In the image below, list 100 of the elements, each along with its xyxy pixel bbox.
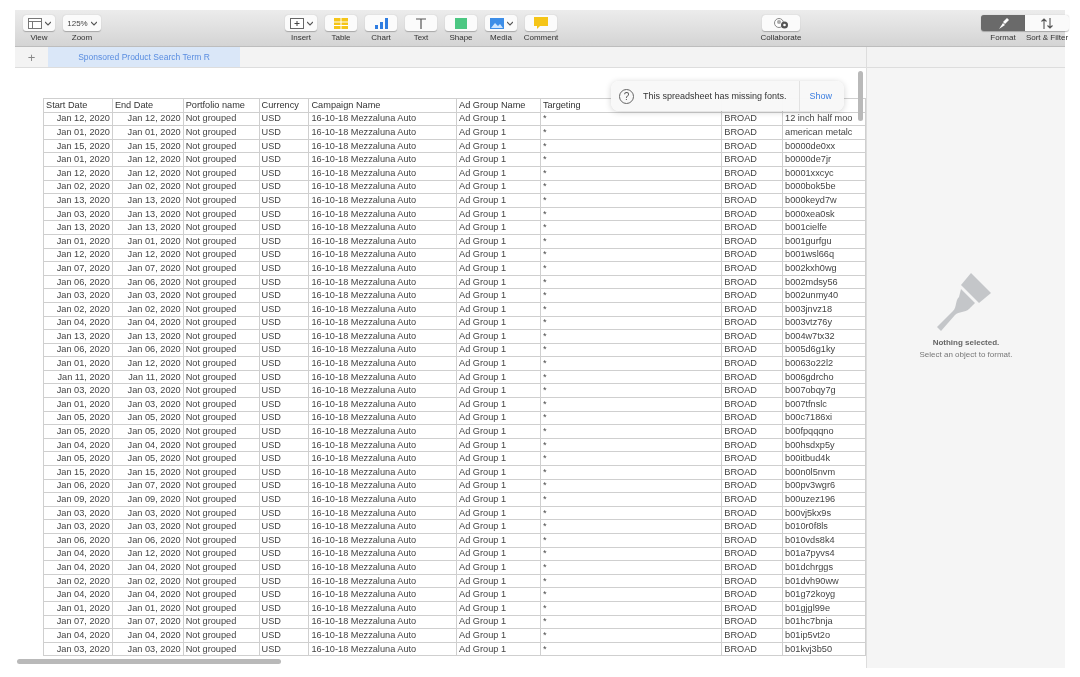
table-cell: b0000de0xx [782,139,866,153]
table-cell: Ad Group 1 [456,220,541,235]
table-cell: Jan 02, 2020 [43,302,113,316]
table-cell: BROAD [721,411,783,425]
table-cell: 16-10-18 Mezzaluna Auto [309,465,457,480]
table-cell: * [540,547,722,561]
table-cell: b0000de7jr [782,152,866,167]
table-cell: USD [259,261,309,276]
toolbar-tab[interactable] [981,15,1025,31]
table-cell: b01hc7bnja [782,615,866,629]
table-cell: b01a7pyvs4 [782,547,866,561]
table-cell: BROAD [721,451,783,466]
table-cell: Jan 09, 2020 [43,492,113,507]
table-cell: Jan 01, 2020 [43,125,113,140]
table-cell: Not grouped [183,343,260,357]
table-cell: Not grouped [183,519,260,534]
table-cell: USD [259,465,309,480]
table-cell: b004w7tx32 [782,329,866,344]
table-cell: Jan 13, 2020 [112,329,184,344]
table-cell: Jan 15, 2020 [43,465,113,480]
toolbar-button[interactable] [762,15,800,31]
table-cell: b000xea0sk [782,207,866,221]
table-cell: Ad Group 1 [456,112,541,126]
table-cell: Ad Group 1 [456,506,541,520]
table-cell: Ad Group 1 [456,329,541,344]
caret-icon [44,20,51,26]
table-cell: Jan 05, 2020 [112,424,184,439]
table-cell: Jan 04, 2020 [43,560,113,575]
table-cell: USD [259,424,309,439]
horizontal-scrollbar[interactable] [17,659,281,664]
toolbar-button[interactable]: 125% [63,15,101,31]
table-cell: * [540,397,722,412]
table-cell: Jan 07, 2020 [112,615,184,629]
toolbar-label: Zoom [71,33,93,42]
table-cell: b005d6g1ky [782,343,866,357]
table-cell: Jan 01, 2020 [43,234,113,249]
show-button[interactable]: Show [799,91,839,101]
table-cell: Not grouped [183,465,260,480]
table-cell: Jan 04, 2020 [43,628,113,643]
table-cell: * [540,112,722,126]
table-cell: b00uzez196 [782,492,866,507]
table-cell: Jan 12, 2020 [112,547,184,561]
table-cell: b00c7186xi [782,411,866,425]
table-cell: Not grouped [183,642,260,656]
table-cell: Jan 15, 2020 [112,465,184,480]
table-cell: * [540,560,722,575]
table-cell: Not grouped [183,533,260,548]
table-cell: USD [259,152,309,167]
table-cell: USD [259,601,309,616]
table-cell: Not grouped [183,302,260,316]
table-cell: Jan 02, 2020 [43,574,113,588]
table-cell: BROAD [721,519,783,534]
table-cell: Jan 03, 2020 [43,383,113,398]
toolbar-label: Format [990,33,1016,42]
toolbar-button[interactable] [365,15,397,31]
table-cell: BROAD [721,275,783,289]
table-cell: Ad Group 1 [456,152,541,167]
table-cell: Jan 13, 2020 [43,220,113,235]
sort-arrows-icon [1040,16,1054,30]
table-cell: BROAD [721,112,783,126]
table-cell: 16-10-18 Mezzaluna Auto [309,112,457,126]
table-cell: Jan 03, 2020 [112,288,184,303]
table-cell: Ad Group 1 [456,125,541,140]
table-cell: BROAD [721,615,783,629]
table-cell: 16-10-18 Mezzaluna Auto [309,587,457,602]
table-cell: Not grouped [183,628,260,643]
table-cell: b001gurfgu [782,234,866,249]
toolbar-tab[interactable] [1025,15,1069,31]
table-cell: Ad Group 1 [456,343,541,357]
table-cell: 16-10-18 Mezzaluna Auto [309,370,457,384]
table-cell: * [540,275,722,289]
table-cell: BROAD [721,207,783,221]
table-cell: Not grouped [183,166,260,181]
table-cell: Jan 07, 2020 [43,261,113,276]
table-cell: 16-10-18 Mezzaluna Auto [309,560,457,575]
table-cell: BROAD [721,560,783,575]
table-cell: USD [259,234,309,249]
table-cell: 16-10-18 Mezzaluna Auto [309,574,457,588]
table-cell: BROAD [721,506,783,520]
table-cell: Ad Group 1 [456,248,541,262]
table-cell: USD [259,302,309,316]
table-cell: * [540,479,722,493]
vertical-scrollbar[interactable] [858,71,863,121]
toolbar-button[interactable] [485,15,517,31]
toolbar-button[interactable] [23,15,55,31]
table-cell: Not grouped [183,288,260,303]
table-cell: Jan 01, 2020 [112,125,184,140]
table-cell: Ad Group 1 [456,316,541,330]
table-cell: Ad Group 1 [456,533,541,548]
table-cell: Jan 04, 2020 [112,438,184,452]
table-cell: b01ip5vt2o [782,628,866,643]
table-cell: Jan 15, 2020 [112,139,184,153]
table-cell: BROAD [721,152,783,167]
table-cell: 16-10-18 Mezzaluna Auto [309,302,457,316]
toolbar-button[interactable] [285,15,317,31]
table-cell: 16-10-18 Mezzaluna Auto [309,248,457,262]
table-cell: Jan 11, 2020 [112,370,184,384]
column-header[interactable]: Targeting [542,99,581,110]
table-cell: BROAD [721,316,783,330]
table-cell: USD [259,506,309,520]
